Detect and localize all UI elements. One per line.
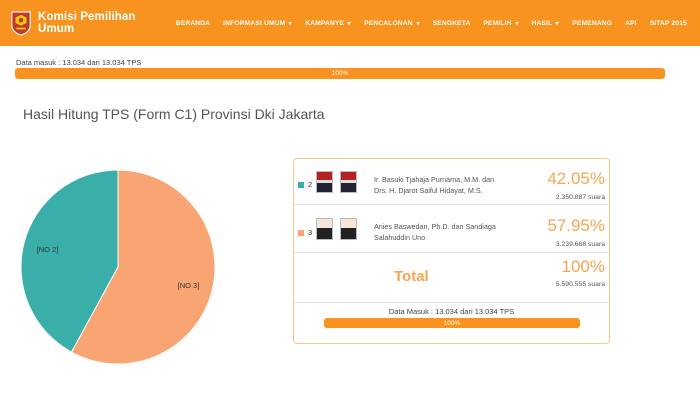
nav-item-label: BERANDA (175, 19, 211, 27)
nav-pencalonan[interactable]: PENCALONAN (364, 20, 420, 27)
candidate-number: 3 (308, 228, 313, 237)
nav-pemilih[interactable]: PEMILIH (483, 19, 519, 27)
chevron-down-icon (415, 21, 420, 25)
candidate-row-3: 3 Anies Baswedan, Ph.D. dan Sandiaga Sal… (294, 205, 609, 253)
candidate-color-swatch (298, 230, 304, 236)
brand-name: Komisi Pemilihan Umum (38, 11, 136, 35)
total-label: Total (394, 268, 429, 285)
running-mate-photo (340, 171, 357, 193)
candidate-percent: 42.05% (547, 169, 605, 188)
candidate-color-swatch (298, 182, 304, 188)
candidate-votes: 2.350.887 suara (555, 194, 605, 201)
page-title: Hasil Hitung TPS (Form C1) Provinsi Dki … (23, 106, 325, 122)
total-votes: 5.590.555 suara (555, 281, 605, 288)
candidate-name-line: Salahuddin Uno (374, 233, 426, 242)
nav-sengketa[interactable]: SENGKETA (433, 20, 471, 27)
candidate-number: 2 (308, 180, 313, 189)
results-panel: 2 Ir. Basuki Tjahaja Purnama, M.M. dan D… (293, 158, 610, 344)
main-nav: BERANDA INFORMASI UMUM KAMPANYE PENCALONAN S… (176, 20, 700, 27)
candidate-names: Ir. Basuki Tjahaja Purnama, M.M. dan Drs… (374, 174, 514, 196)
nav-item-label: SITAP 2015 (649, 19, 687, 27)
candidate-photo (316, 218, 333, 240)
pie-slice-label: [NO 2] (37, 245, 59, 254)
brand-link[interactable]: Komisi Pemilihan Umum (10, 9, 164, 37)
candidate-name-line: Drs. H. Djarot Saiful Hidayat, M.S. (374, 186, 483, 195)
total-row: Total 100% 5.590.555 suara (294, 253, 609, 303)
nav-item-label: SENGKETA (432, 19, 471, 27)
results-data-masuk-label: Data Masuk : 13.034 dari 13.034 TPS (388, 307, 515, 316)
chevron-down-icon (347, 21, 352, 25)
nav-item-label: PENCALONAN (364, 19, 413, 27)
nav-beranda[interactable]: BERANDA (176, 20, 210, 27)
total-percent: 100% (561, 257, 605, 276)
data-masuk-label: Data masuk : 13.034 dari 13.034 TPS (16, 58, 142, 67)
results-data-masuk-progress: 100% (324, 318, 580, 328)
candidate-votes: 3.239.668 suara (555, 241, 605, 248)
chevron-down-icon (555, 21, 560, 25)
pie-slice-label: [NO 3] (178, 281, 200, 290)
nav-informasi-umum[interactable]: INFORMASI UMUM (223, 19, 293, 27)
candidate-name-line: Anies Baswedan, Ph.D. dan Sandiaga (374, 222, 496, 231)
nav-kampanye[interactable]: KAMPANYE (305, 19, 352, 27)
nav-item-label: HASIL (531, 19, 553, 27)
candidate-names: Anies Baswedan, Ph.D. dan Sandiaga Salah… (374, 221, 514, 243)
nav-hasil[interactable]: HASIL (532, 20, 560, 27)
nav-item-label: PEMILIH (483, 19, 512, 27)
candidate-percent: 57.95% (547, 216, 605, 235)
chevron-down-icon (288, 21, 293, 25)
nav-item-label: KAMPANYE (305, 19, 345, 27)
candidate-row-2: 2 Ir. Basuki Tjahaja Purnama, M.M. dan D… (294, 159, 609, 205)
data-masuk-progress: 100% (15, 68, 665, 79)
data-masuk-progress-fill: 100% (15, 68, 665, 79)
running-mate-photo (340, 218, 357, 240)
nav-pemenang[interactable]: PEMENANG (572, 20, 612, 27)
nav-sitap-2015[interactable]: SITAP 2015 (650, 20, 687, 27)
top-navbar: Komisi Pemilihan Umum BERANDA INFORMASI U… (0, 0, 700, 46)
nav-item-label: API (625, 19, 637, 27)
nav-api[interactable]: API (625, 20, 637, 27)
vote-pie-chart: [NO 2] [NO 3] (20, 169, 216, 365)
results-data-masuk-progress-fill: 100% (324, 318, 580, 328)
nav-item-label: PEMENANG (572, 19, 613, 27)
candidate-photo (316, 171, 333, 193)
nav-item-label: INFORMASI UMUM (223, 19, 286, 27)
candidate-name-line: Ir. Basuki Tjahaja Purnama, M.M. dan (374, 175, 495, 184)
chevron-down-icon (514, 21, 519, 25)
kpu-logo-icon (11, 11, 31, 36)
